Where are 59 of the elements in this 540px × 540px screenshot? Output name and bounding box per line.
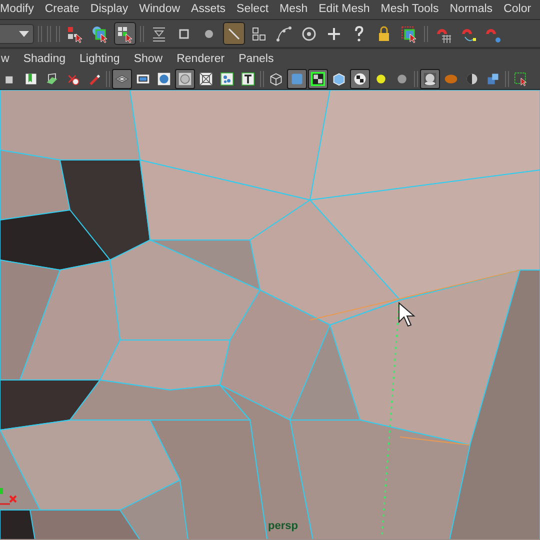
panel-menu-item[interactable]: Shading: [23, 51, 66, 69]
mode-dropdown[interactable]: [0, 24, 34, 44]
shadow-sphere-button[interactable]: [420, 69, 440, 89]
ball-icon: [444, 72, 458, 86]
panel-menu-item[interactable]: Renderer: [176, 51, 225, 69]
curve-icon: [275, 24, 293, 42]
menu-item[interactable]: Mesh Tools: [380, 0, 439, 18]
menu-item[interactable]: Select: [236, 0, 269, 18]
menu-item[interactable]: Edit Mesh: [318, 0, 370, 18]
bookmark-icon: [24, 72, 38, 86]
menu-item[interactable]: Mesh: [280, 0, 308, 18]
dropdown-arrow-icon: [19, 30, 29, 36]
sphere-icon: [157, 72, 171, 86]
menu-item[interactable]: Modify: [0, 0, 34, 18]
cube-icon: [332, 72, 346, 86]
field-chart-icon: [220, 72, 234, 86]
panel-menu-item[interactable]: w: [1, 51, 10, 69]
select-component-button[interactable]: [114, 22, 136, 45]
panel-menu-item[interactable]: Show: [134, 51, 163, 69]
menu-item[interactable]: Display: [90, 0, 128, 18]
cursor-icon: [398, 302, 416, 327]
menu-item[interactable]: Normals: [450, 0, 493, 18]
select-region-icon: [514, 72, 528, 86]
cubes-icon: [486, 72, 500, 86]
menu-item[interactable]: Window: [139, 0, 180, 18]
film-gate-icon: [136, 72, 150, 86]
shaded-cube-icon: [290, 72, 304, 86]
axis-icon: [0, 488, 17, 505]
pivot-icon: [150, 24, 168, 42]
select-object-icon: [400, 24, 418, 42]
checker-button[interactable]: [350, 69, 370, 89]
select-by-hierarchy-icon: [66, 24, 84, 42]
panel-menu-item[interactable]: Lighting: [80, 51, 120, 69]
menu-item[interactable]: Color: [504, 0, 532, 18]
wireframe-cube-icon: [269, 72, 283, 86]
menu-item[interactable]: Assets: [191, 0, 226, 18]
resolution-gate-icon: [178, 72, 192, 86]
image-plane-icon: [45, 72, 59, 86]
wireframe-on-shaded-button[interactable]: [308, 69, 328, 89]
select-component-icon: [116, 24, 134, 42]
wireframe-on-shaded-icon: [311, 72, 325, 86]
matte-sphere-icon: [395, 72, 409, 86]
target-icon: [300, 24, 318, 42]
grid-icon: [115, 72, 129, 86]
menu-item[interactable]: Create: [44, 0, 80, 18]
face-icon: [250, 24, 268, 42]
pencil-icon: [87, 72, 101, 86]
light-bulb-icon: [374, 72, 388, 86]
safe-frame-icon: [199, 72, 213, 86]
edge-button[interactable]: [223, 22, 245, 45]
half-sphere-icon: [465, 72, 479, 86]
hud-icon: [241, 72, 255, 86]
camera-label: persp: [268, 518, 298, 534]
select-object-icon: [91, 24, 109, 42]
grid-button[interactable]: [112, 69, 132, 89]
resolution-gate-button[interactable]: [175, 69, 195, 89]
panel-menu-item[interactable]: Panels: [238, 51, 274, 69]
checker-icon: [353, 72, 367, 86]
shaded-cube-button[interactable]: [287, 69, 307, 89]
